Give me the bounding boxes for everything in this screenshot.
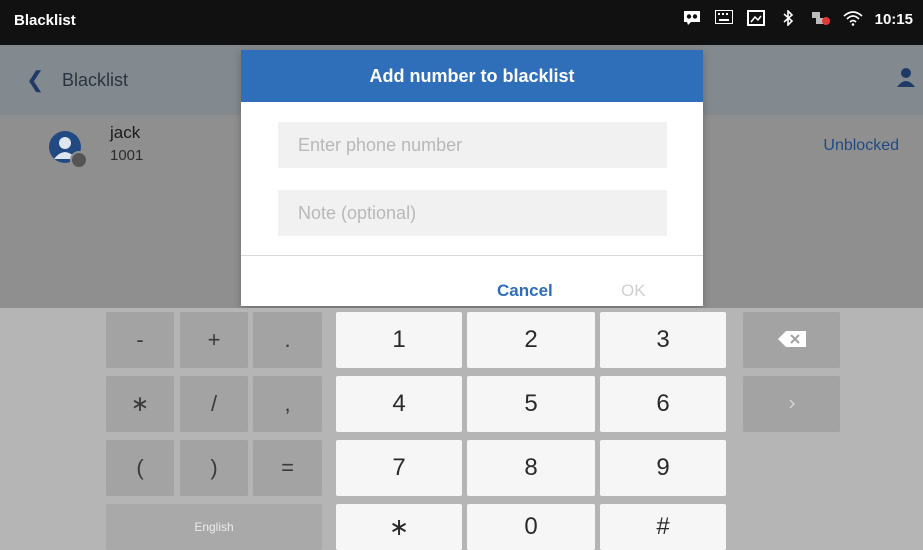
clock: 10:15 [874,10,913,28]
key-equals[interactable]: = [253,440,322,496]
page-title: Blacklist [62,70,129,90]
key-3[interactable]: 3 [600,312,726,368]
key-open-paren[interactable]: ( [106,440,174,496]
key-7[interactable]: 7 [336,440,462,496]
contact-number: 1001 [110,147,144,164]
add-contact-icon[interactable] [897,67,915,87]
dialog-divider [241,255,703,256]
screenshot-icon [746,10,765,28]
chevron-right-icon [788,396,796,412]
key-close-paren[interactable]: ) [180,440,248,496]
blocked-badge-icon [70,151,88,169]
key-8[interactable]: 8 [467,440,595,496]
language-key[interactable]: English [106,504,322,550]
key-hash[interactable]: # [600,504,726,550]
voicemail-icon [683,10,701,28]
add-number-dialog: Add number to blacklist Enter phone numb… [241,50,703,306]
network-alert-icon [811,10,830,28]
key-dot[interactable]: . [253,312,322,368]
back-arrow-icon[interactable]: ❮ [26,67,44,93]
key-2[interactable]: 2 [467,312,595,368]
key-asterisk-symbol[interactable]: ∗ [106,376,174,432]
ok-button[interactable]: OK [621,281,646,301]
key-plus[interactable]: + [180,312,248,368]
cancel-button[interactable]: Cancel [497,281,553,301]
phone-number-input[interactable]: Enter phone number [278,122,667,168]
numeric-keyboard: - + . 1 2 3 ∗ / , 4 5 6 ( ) = 7 8 9 Engl… [0,308,923,550]
contact-name: jack [110,123,141,142]
unblock-button[interactable]: Unblocked [823,137,899,155]
key-minus[interactable]: - [106,312,174,368]
next-key[interactable] [743,376,840,432]
key-4[interactable]: 4 [336,376,462,432]
key-slash[interactable]: / [180,376,248,432]
bluetooth-icon [779,9,797,28]
wifi-icon [843,10,863,28]
key-1[interactable]: 1 [336,312,462,368]
keyboard-icon [714,10,733,28]
key-9[interactable]: 9 [600,440,726,496]
key-6[interactable]: 6 [600,376,726,432]
backspace-key[interactable] [743,312,840,368]
key-comma[interactable]: , [253,376,322,432]
status-bar-title: Blacklist [14,12,76,29]
backspace-icon [777,330,807,351]
key-0[interactable]: 0 [467,504,595,550]
key-star[interactable]: ∗ [336,504,462,550]
key-5[interactable]: 5 [467,376,595,432]
status-bar: Blacklist 10:15 [0,0,923,45]
dialog-title: Add number to blacklist [241,50,703,102]
status-icons: 10:15 [683,9,913,28]
note-input[interactable]: Note (optional) [278,190,667,236]
